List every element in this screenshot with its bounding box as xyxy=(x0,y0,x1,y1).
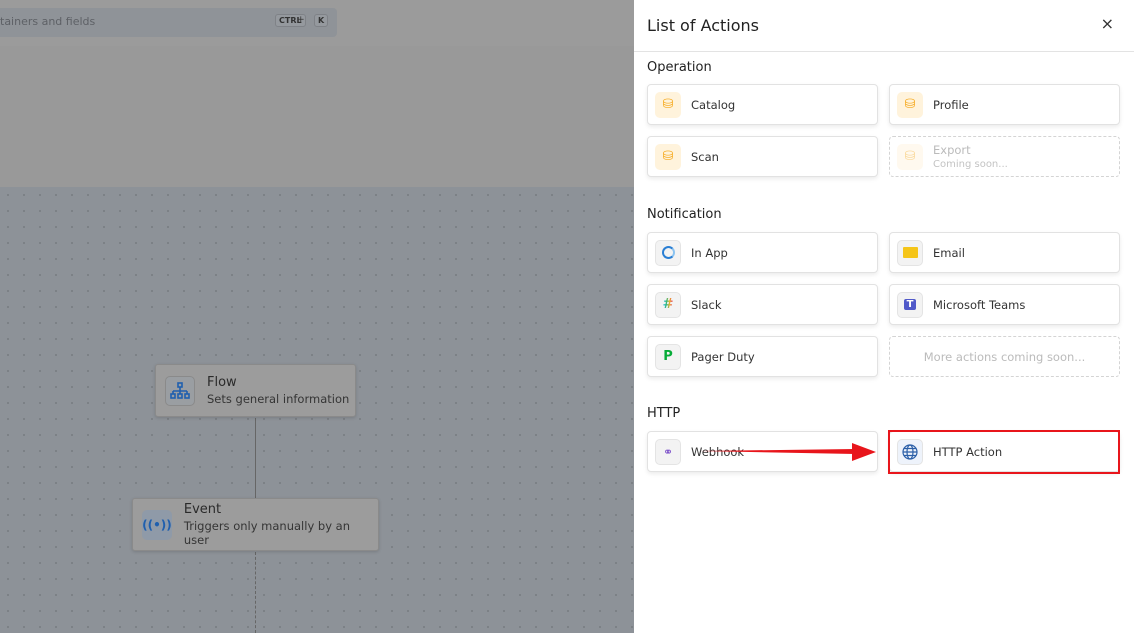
webhook-icon: ⚭ xyxy=(655,438,681,465)
event-node[interactable]: ((•)) Event Triggers only manually by an … xyxy=(132,498,379,551)
top-bar: tainers and fields CTRL + K xyxy=(0,0,634,46)
actions-panel: List of Actions × Operation ⛁ Catalog ⛁ Pr… xyxy=(634,0,1134,633)
section-operation: Operation xyxy=(647,60,712,75)
section-notification: Notification xyxy=(647,207,722,222)
close-icon[interactable]: × xyxy=(1101,14,1114,33)
action-email[interactable]: Email xyxy=(889,232,1120,273)
email-icon xyxy=(897,239,923,266)
annotation-arrow xyxy=(700,443,876,461)
database-search-icon: ⛁ xyxy=(655,143,681,170)
pagerduty-icon: P xyxy=(655,343,681,370)
kbd-k: K xyxy=(314,14,329,27)
action-pager-duty[interactable]: P Pager Duty xyxy=(647,336,878,377)
in-app-icon xyxy=(655,239,681,266)
connector-dashed xyxy=(255,552,256,633)
action-microsoft-teams[interactable]: T Microsoft Teams xyxy=(889,284,1120,325)
database-icon: ⛁ xyxy=(655,91,681,118)
section-http: HTTP xyxy=(647,406,681,421)
action-slack[interactable]: # Slack xyxy=(647,284,878,325)
broadcast-icon: ((•)) xyxy=(142,509,172,540)
action-export: ⛁ Export Coming soon... xyxy=(889,136,1120,177)
database-export-icon: ⛁ xyxy=(897,143,923,170)
action-catalog[interactable]: ⛁ Catalog xyxy=(647,84,878,125)
highlight-box xyxy=(888,430,1120,474)
action-in-app[interactable]: In App xyxy=(647,232,878,273)
slack-icon: # xyxy=(655,291,681,318)
panel-title: List of Actions xyxy=(634,0,1134,52)
database-eye-icon: ⛁ xyxy=(897,91,923,118)
action-profile[interactable]: ⛁ Profile xyxy=(889,84,1120,125)
sitemap-icon xyxy=(165,375,195,406)
teams-icon: T xyxy=(897,291,923,318)
header-band xyxy=(0,46,634,187)
action-scan[interactable]: ⛁ Scan xyxy=(647,136,878,177)
flow-node[interactable]: Flow Sets general information xyxy=(155,364,356,417)
search-input[interactable]: tainers and fields CTRL + K xyxy=(0,8,337,37)
connector xyxy=(255,418,256,498)
more-actions-placeholder: More actions coming soon... xyxy=(889,336,1120,377)
